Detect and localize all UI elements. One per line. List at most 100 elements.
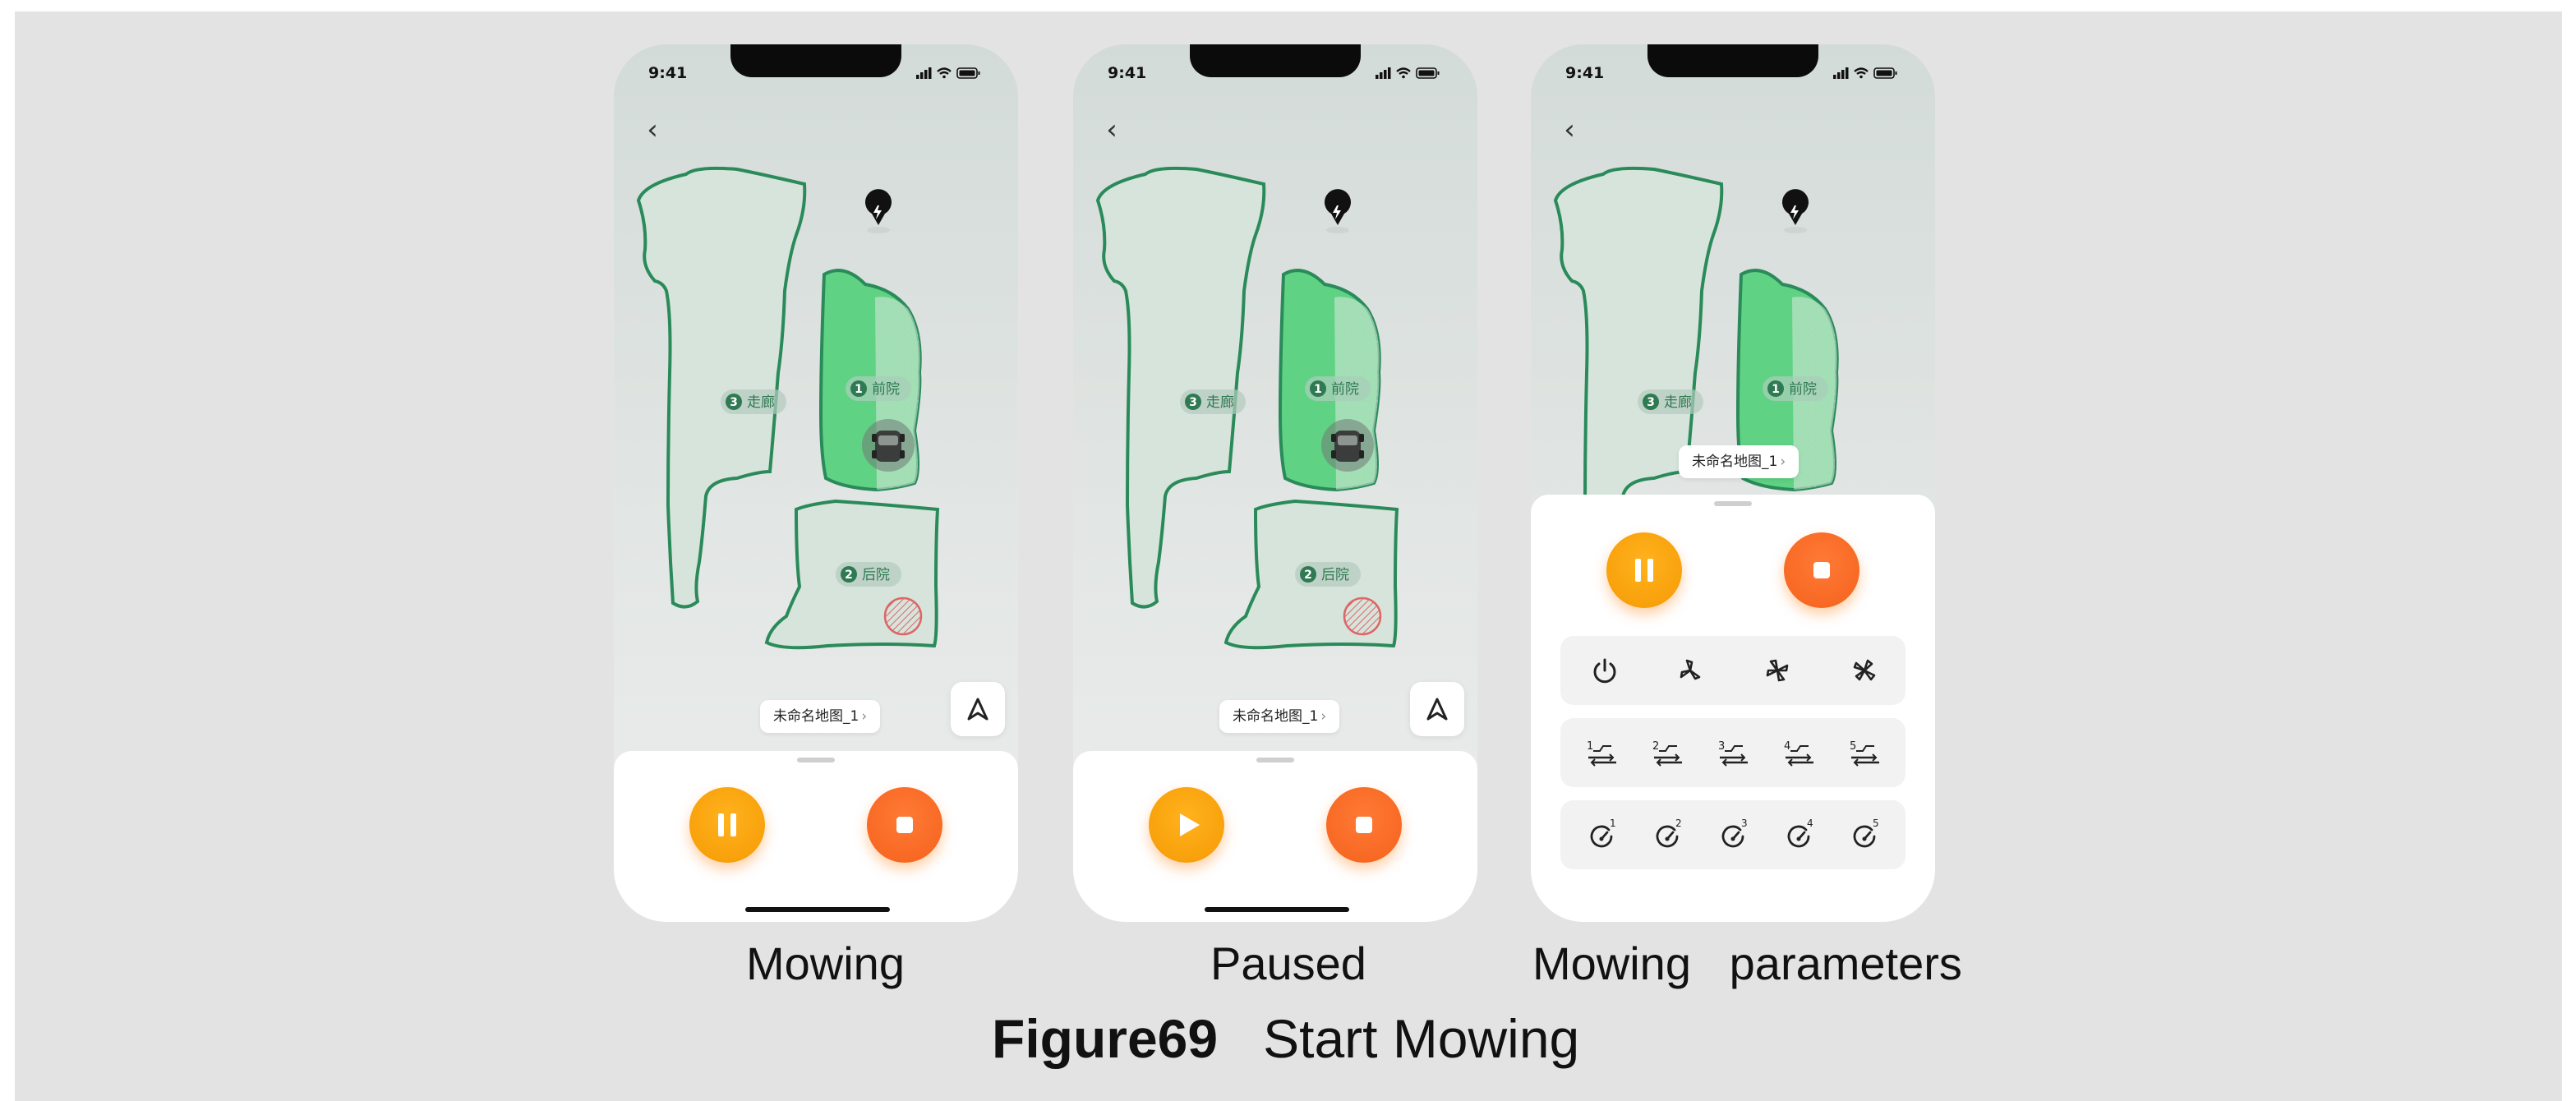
speed-level-5-icon[interactable]: 5 [1845,815,1884,855]
map-name-label: 未命名地图_1 [1692,454,1778,470]
svg-text:走廊: 走廊 [1664,394,1692,411]
parameters-sheet: 1 2 3 4 5 1 2 3 4 5 [1531,495,1935,922]
lawn-map[interactable]: 1 前院 3 走廊 2 后院 [1073,44,1477,718]
zone-label-back-yard: 2 后院 [836,562,901,587]
svg-text:3: 3 [1741,818,1748,829]
height-level-5-icon[interactable]: 5 [1845,733,1884,772]
zone-label-front-yard: 1 前院 [1763,376,1828,401]
svg-text:3: 3 [1718,740,1725,753]
height-level-1-icon[interactable]: 1 [1582,733,1621,772]
svg-text:走廊: 走廊 [1206,394,1234,411]
caption-parameters-word2: parameters [1729,937,1962,989]
svg-text:3: 3 [1189,396,1197,409]
zone-label-front-yard: 1 前院 [1305,376,1371,401]
navigation-arrow-icon [967,698,988,721]
svg-text:前院: 前院 [1331,381,1359,398]
blade-mode-3-icon[interactable] [1845,651,1884,690]
stop-icon [1813,562,1830,578]
navigation-arrow-icon [1426,698,1448,721]
zone-label-corridor: 3 走廊 [1638,389,1703,414]
caption-parameters: Mowing parameters [1532,937,1962,990]
svg-text:后院: 后院 [862,567,890,583]
pause-button[interactable] [1606,532,1682,608]
control-sheet [1073,751,1477,922]
map-name-button[interactable]: 未命名地图_1 › [1679,445,1800,478]
svg-text:走廊: 走廊 [747,394,775,411]
cutting-height-row: 1 2 3 4 5 [1560,718,1906,787]
svg-text:5: 5 [1873,818,1879,829]
map-name-button[interactable]: 未命名地图_1 › [760,700,881,733]
map-name-button[interactable]: 未命名地图_1 › [1219,700,1340,733]
svg-text:5: 5 [1850,740,1856,753]
sheet-handle[interactable] [1256,758,1294,762]
zone-label-corridor: 3 走廊 [721,389,786,414]
home-indicator [745,907,890,912]
stop-button[interactable] [867,787,942,863]
blade-mode-2-icon[interactable] [1758,651,1797,690]
svg-text:3: 3 [1647,396,1655,409]
mower-icon [862,419,915,472]
stop-button[interactable] [1784,532,1859,608]
stop-button[interactable] [1326,787,1402,863]
zone-label-front-yard: 1 前院 [846,376,911,401]
pause-icon [1635,559,1653,582]
pause-icon [718,813,736,836]
svg-text:1: 1 [1314,383,1322,396]
figure-caption: Start Mowing [1263,1008,1580,1069]
charging-station-icon [1782,189,1809,233]
charging-station-icon [865,189,892,233]
caption-paused: Paused [1210,937,1366,989]
svg-text:1: 1 [1587,740,1593,753]
figure-number: Figure69 [992,1008,1219,1069]
chevron-right-icon: › [1780,454,1786,470]
caption-parameters-word1: Mowing [1532,937,1691,989]
zone-label-corridor: 3 走廊 [1180,389,1246,414]
power-icon[interactable] [1585,651,1624,690]
mower-icon [1321,419,1374,472]
svg-text:2: 2 [1304,569,1312,582]
height-level-4-icon[interactable]: 4 [1779,733,1818,772]
locate-button[interactable] [951,682,1005,736]
lawn-map[interactable]: 1 前院 3 走廊 2 后院 [614,44,1018,718]
resume-button[interactable] [1149,787,1224,863]
svg-text:3: 3 [730,396,738,409]
svg-text:1: 1 [1610,818,1616,829]
height-level-3-icon[interactable]: 3 [1713,733,1753,772]
stop-icon [896,817,913,833]
charging-station-icon [1325,189,1351,233]
svg-text:1: 1 [855,383,863,396]
phone-parameters: 9:41 ‹ 1 前院 3 走廊 未命名地图_1 › 1 2 3 4 5 1 2… [1531,44,1935,922]
speed-level-4-icon[interactable]: 4 [1779,815,1818,855]
caption-mowing: Mowing [746,937,905,989]
play-icon [1180,813,1200,836]
chevron-right-icon: › [1320,708,1327,725]
sheet-handle[interactable] [1714,501,1752,506]
svg-text:4: 4 [1807,818,1813,829]
map-name-label: 未命名地图_1 [1233,708,1319,725]
locate-button[interactable] [1410,682,1464,736]
speed-level-3-icon[interactable]: 3 [1713,815,1753,855]
speed-level-2-icon[interactable]: 2 [1647,815,1687,855]
pause-button[interactable] [689,787,765,863]
svg-text:前院: 前院 [872,381,900,398]
control-sheet [614,751,1018,922]
chevron-right-icon: › [861,708,868,725]
phone-mowing: 9:41 ‹ 1 前院 3 走廊 2 后院 未命名地图_1 › [614,44,1018,922]
svg-text:2: 2 [1675,818,1682,829]
svg-text:2: 2 [1652,740,1659,753]
home-indicator [1205,907,1349,912]
no-go-zone [883,597,923,636]
phone-paused: 9:41 ‹ 1 前院 3 走廊 2 后院 未命名地图_1 › [1073,44,1477,922]
svg-text:1: 1 [1772,383,1780,396]
zone-corridor [636,166,807,609]
zone-corridor [1095,166,1266,609]
cutting-mode-row [1560,636,1906,705]
blade-mode-1-icon[interactable] [1670,651,1710,690]
speed-level-1-icon[interactable]: 1 [1582,815,1621,855]
height-level-2-icon[interactable]: 2 [1647,733,1687,772]
svg-text:4: 4 [1784,740,1790,753]
sheet-handle[interactable] [797,758,835,762]
svg-text:后院: 后院 [1321,567,1349,583]
stop-icon [1356,817,1372,833]
map-name-label: 未命名地图_1 [773,708,859,725]
